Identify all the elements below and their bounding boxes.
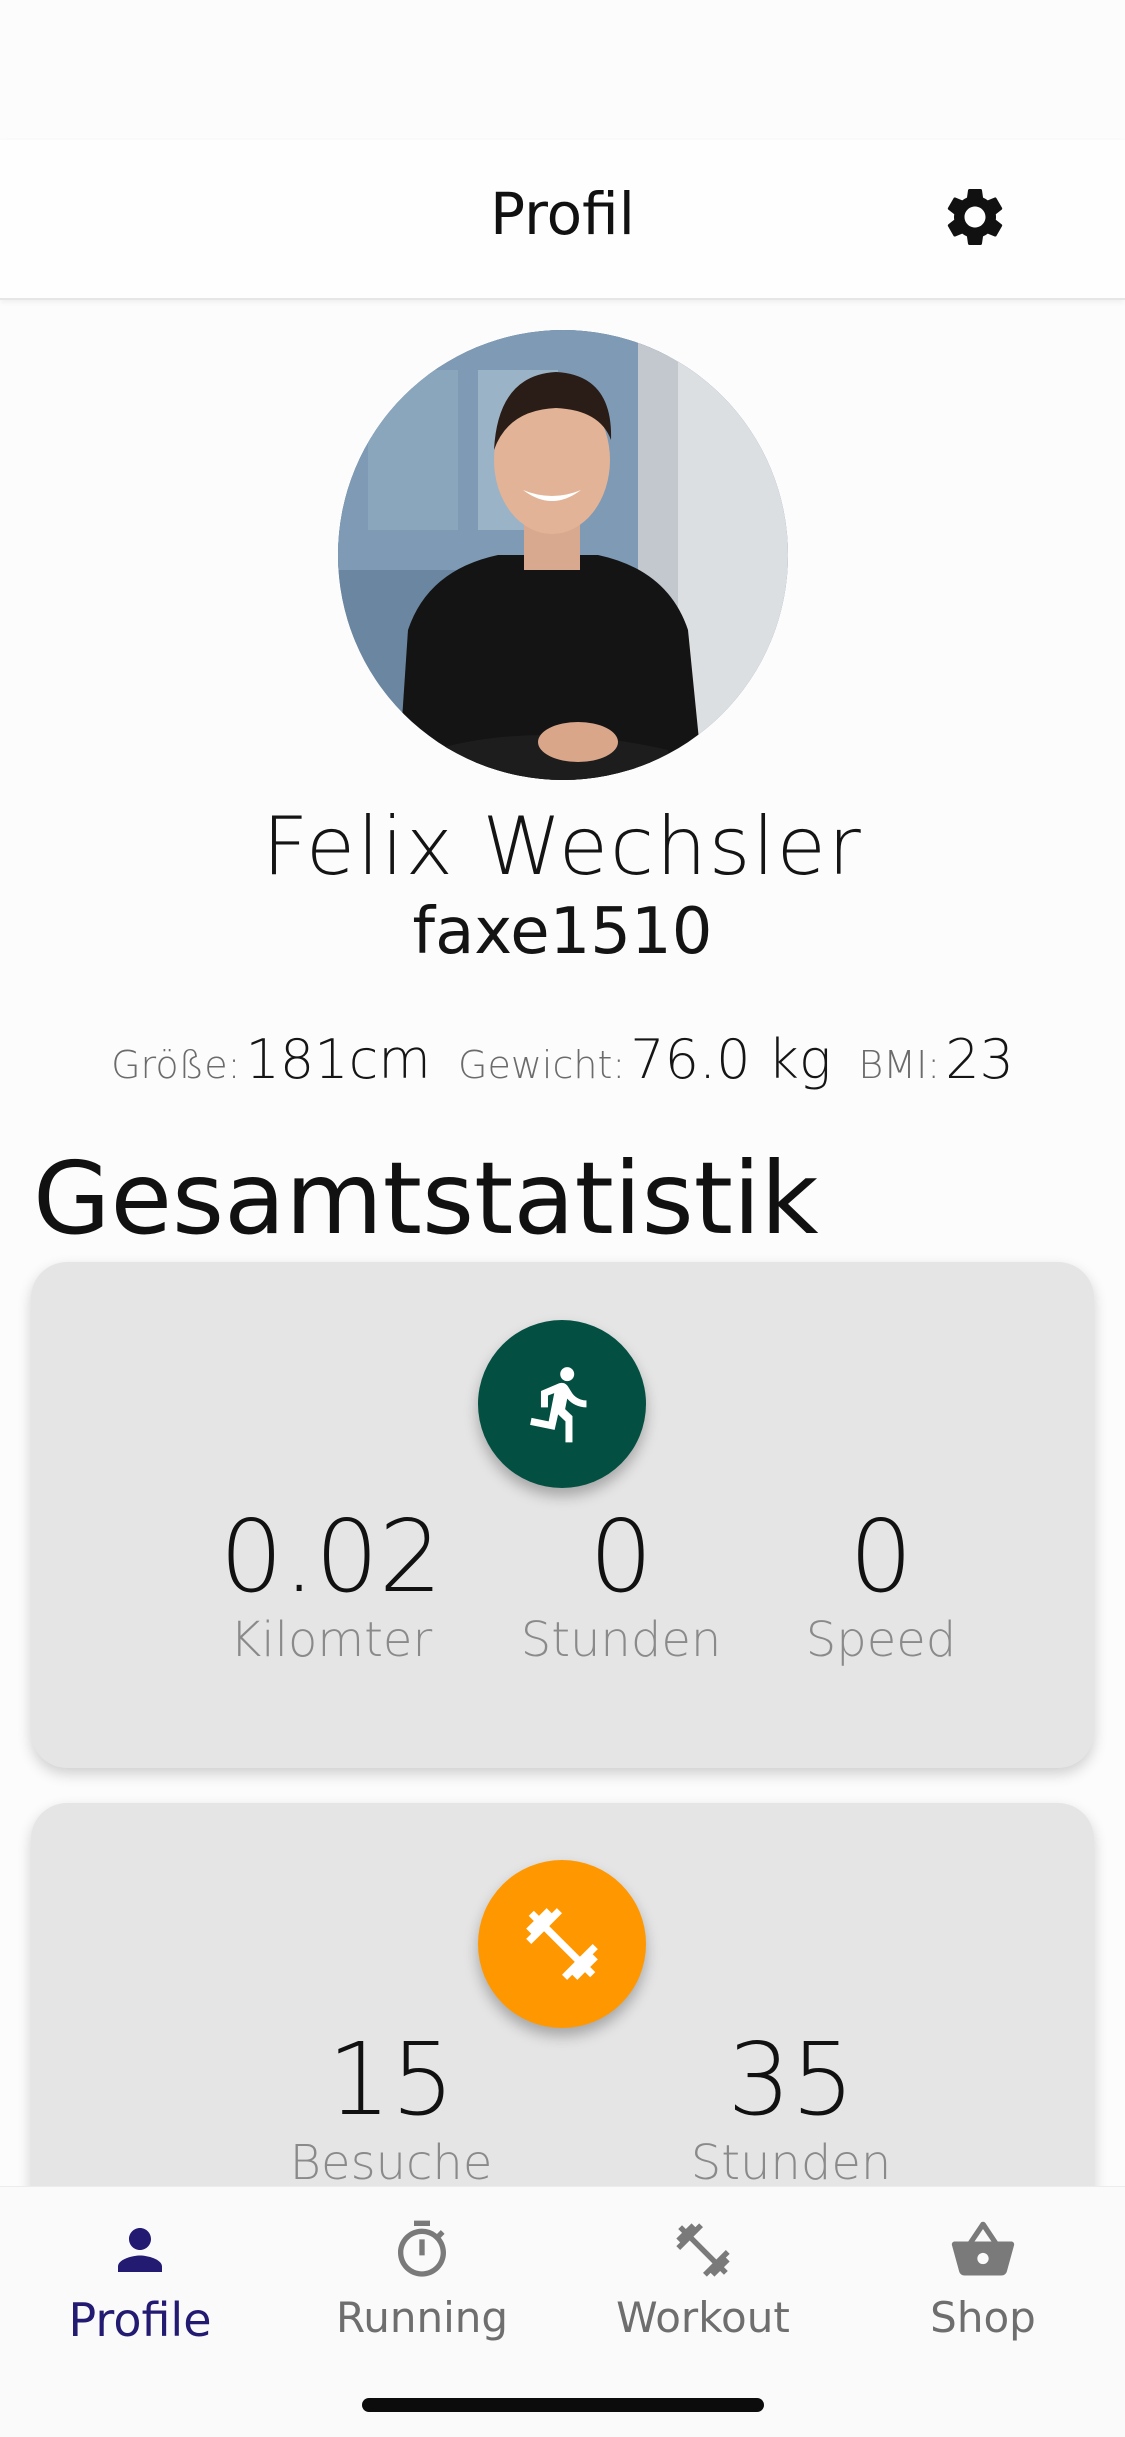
stat-label: Stunden <box>690 2135 892 2191</box>
workout-fab[interactable] <box>478 1860 646 2028</box>
stopwatch-icon <box>398 2220 446 2277</box>
height-label: Größe: <box>111 1043 241 1087</box>
dumbbell-icon <box>676 2223 730 2277</box>
running-fab[interactable] <box>478 1320 646 1488</box>
stat-value: 0 <box>849 1498 913 1615</box>
running-person-icon <box>530 1367 587 1443</box>
bmi-label: BMI: <box>858 1043 941 1087</box>
stat-running-hours: 0 Stunden <box>471 1502 771 1667</box>
stat-label: Kilomter <box>229 1612 433 1668</box>
tab-label: Workout <box>616 2293 790 2342</box>
weight-value: 76.0 kg <box>630 1028 832 1091</box>
stat-speed: 0 Speed <box>751 1502 1011 1667</box>
stat-value: 0.02 <box>219 1498 443 1615</box>
body-metrics: Größe: 181cm Gewicht: 76.0 kg BMI: 23 <box>0 1028 1125 1091</box>
gear-icon <box>947 188 1003 245</box>
stat-visits: 15 Besuche <box>231 2025 551 2190</box>
section-title-stats: Gesamtstatistik <box>33 1140 819 1257</box>
tab-running[interactable]: Running <box>312 2215 532 2342</box>
profile-username: faxe1510 <box>412 895 713 969</box>
home-indicator <box>362 2398 764 2412</box>
stat-value: 0 <box>589 1498 653 1615</box>
person-icon <box>118 2228 162 2272</box>
stat-label: Besuche <box>289 2135 493 2191</box>
running-stats-card[interactable]: 0.02 Kilomter 0 Stunden 0 Speed <box>31 1262 1094 1768</box>
settings-button[interactable] <box>940 182 1010 252</box>
height-value: 181cm <box>245 1028 431 1091</box>
profile-photo <box>338 330 788 780</box>
basket-icon <box>951 2221 1015 2276</box>
stat-value: 15 <box>327 2021 455 2138</box>
stat-label: Speed <box>805 1612 957 1668</box>
tab-shop[interactable]: Shop <box>873 2215 1093 2342</box>
stat-distance: 0.02 Kilomter <box>151 1502 511 1667</box>
tab-profile[interactable]: Profile <box>30 2215 250 2347</box>
tab-label: Shop <box>930 2293 1036 2342</box>
dumbbell-icon <box>526 1908 598 1980</box>
profile-name: Felix Wechsler <box>262 800 863 893</box>
stat-workout-hours: 35 Stunden <box>631 2025 951 2190</box>
tab-label: Profile <box>68 2293 212 2347</box>
stat-label: Stunden <box>520 1612 722 1668</box>
stat-value: 35 <box>727 2021 855 2138</box>
weight-label: Gewicht: <box>458 1043 626 1087</box>
tab-label: Running <box>335 2293 509 2342</box>
status-bar <box>0 0 1125 140</box>
app-header: Profil <box>0 140 1125 300</box>
tab-workout[interactable]: Workout <box>593 2215 813 2342</box>
bmi-value: 23 <box>945 1028 1014 1091</box>
profile-avatar[interactable] <box>338 330 788 780</box>
